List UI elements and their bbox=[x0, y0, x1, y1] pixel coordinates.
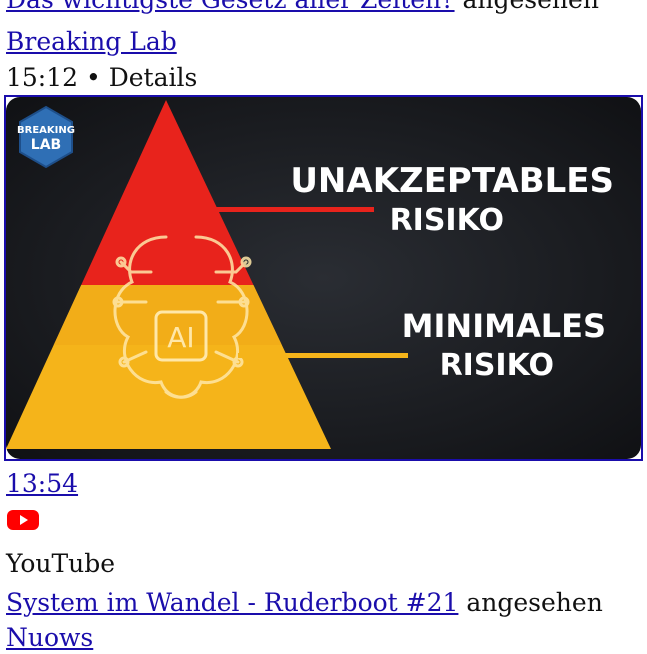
youtube-icon bbox=[7, 510, 39, 530]
details-link[interactable]: Details bbox=[109, 63, 198, 92]
thumbnail-lower-label-line2: RISIKO bbox=[440, 348, 554, 383]
separator-dot: • bbox=[86, 63, 101, 92]
video-title-link[interactable]: System im Wandel - Ruderboot #21 bbox=[6, 588, 458, 617]
video-thumbnail-link[interactable]: AI BREAKING LAB UNAKZEPTABLES RISIKO MIN… bbox=[4, 95, 643, 461]
thumbnail-upper-label-line2: RISIKO bbox=[390, 203, 504, 238]
history-entry-title-line: Das wichtigste Gesetz aller Zeiten? ange… bbox=[6, 0, 599, 16]
activity-verb: angesehen bbox=[463, 0, 599, 14]
logo-text-line2: LAB bbox=[31, 137, 61, 153]
time-line: 13:54 bbox=[6, 468, 78, 500]
channel-line: Nuows bbox=[6, 622, 93, 654]
channel-link[interactable]: Breaking Lab bbox=[6, 27, 177, 56]
product-name: YouTube bbox=[6, 549, 116, 578]
activity-verb: angesehen bbox=[466, 588, 603, 617]
thumbnail-lower-label-line1: MINIMALES bbox=[402, 307, 606, 345]
channel-line: Breaking Lab bbox=[6, 26, 177, 58]
thumbnail-chip-label: AI bbox=[167, 321, 194, 354]
time-details-line: 15:12 • Details bbox=[6, 62, 197, 94]
channel-link[interactable]: Nuows bbox=[6, 623, 93, 652]
video-thumbnail: AI BREAKING LAB UNAKZEPTABLES RISIKO MIN… bbox=[6, 97, 641, 459]
history-entry-title-line: System im Wandel - Ruderboot #21 angeseh… bbox=[6, 587, 603, 619]
logo-text-line1: BREAKING bbox=[17, 125, 75, 136]
product-line: YouTube bbox=[6, 548, 115, 580]
thumbnail-upper-label-line1: UNAKZEPTABLES bbox=[290, 161, 614, 201]
video-title-link[interactable]: Das wichtigste Gesetz aller Zeiten? bbox=[6, 0, 455, 14]
activity-time: 15:12 bbox=[6, 63, 79, 92]
activity-time-link[interactable]: 13:54 bbox=[6, 469, 78, 498]
